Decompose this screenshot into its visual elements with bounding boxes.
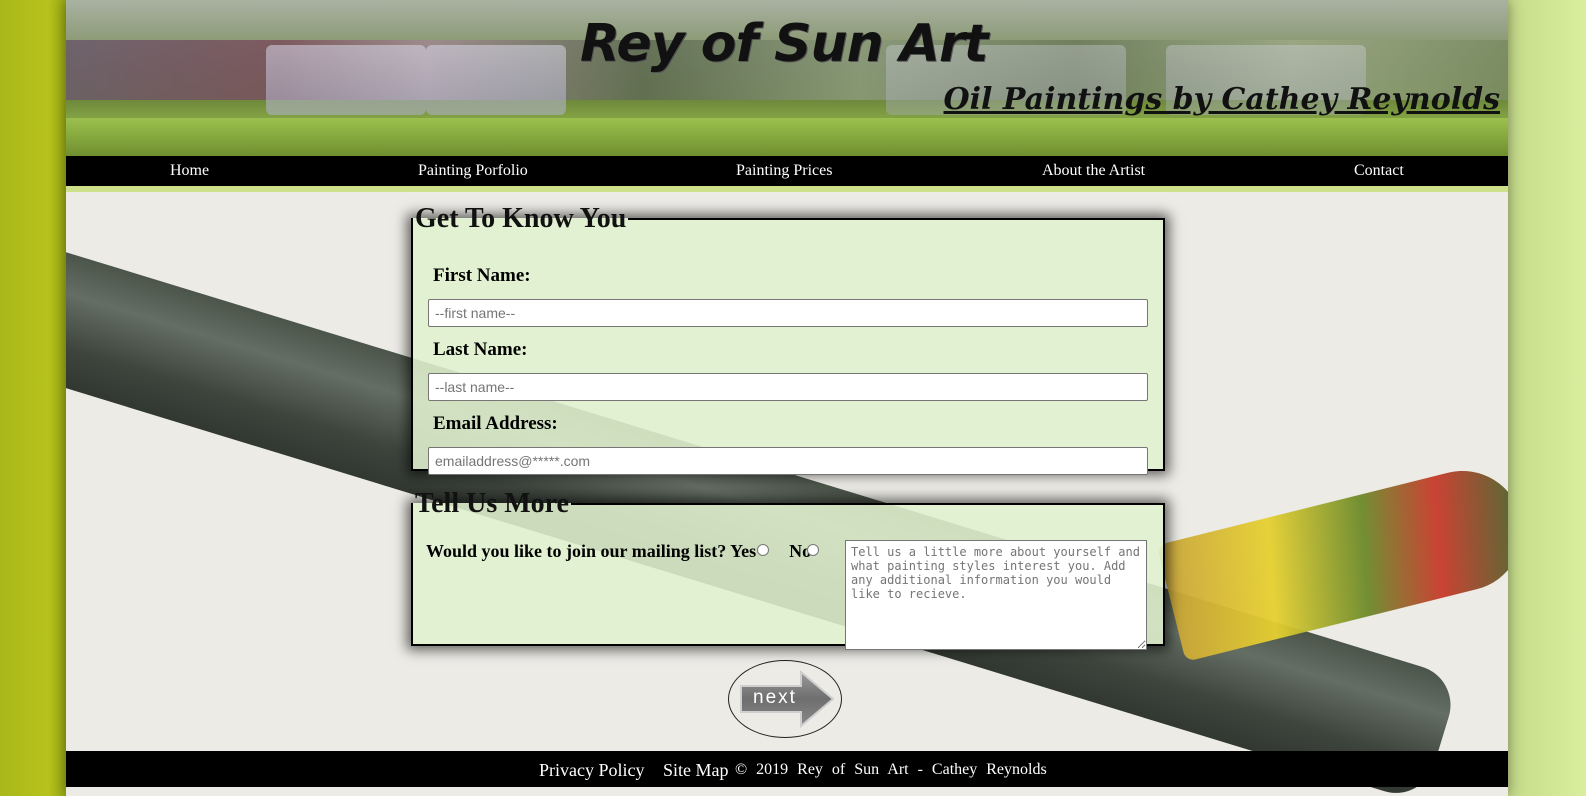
page-container: Rey of Sun Art Oil Paintings by Cathey R…	[66, 0, 1508, 796]
header-banner: Rey of Sun Art Oil Paintings by Cathey R…	[66, 0, 1508, 156]
fieldset-legend: Get To Know You	[415, 203, 627, 234]
mailing-yes-radio[interactable]	[757, 544, 769, 556]
banner-grass	[66, 118, 1508, 156]
first-name-label: First Name:	[433, 265, 531, 286]
site-title: Rey of Sun Art	[580, 14, 989, 74]
first-name-input[interactable]	[428, 299, 1148, 327]
mailing-list-question: Would you like to join our mailing list?…	[426, 541, 811, 562]
mailing-question-text: Would you like to join our mailing list?	[426, 541, 727, 561]
yes-label: Yes	[730, 541, 757, 561]
footer: Privacy Policy Site Map © 2019 Rey of Su…	[66, 751, 1508, 787]
fieldset-get-to-know-you: Get To Know You First Name: Last Name: E…	[411, 203, 1165, 475]
nav-item-home[interactable]: Home	[170, 162, 209, 180]
nav-item-about-artist[interactable]: About the Artist	[1042, 162, 1145, 180]
email-label: Email Address:	[433, 413, 558, 434]
fieldset-legend: Tell Us More	[415, 488, 569, 519]
fieldset-tell-us-more: Tell Us More Would you like to join our …	[411, 488, 1165, 650]
mailing-no-radio[interactable]	[807, 544, 819, 556]
nav-item-painting-portfolio[interactable]: Painting Porfolio	[418, 162, 528, 180]
next-button[interactable]: next	[728, 660, 842, 738]
nav-accent-strip	[66, 186, 1508, 192]
footer-copyright: © 2019 Rey of Sun Art - Cathey Reynolds	[735, 761, 1047, 778]
email-input[interactable]	[428, 447, 1148, 475]
banner-waterfall	[426, 45, 566, 115]
comments-textarea[interactable]	[845, 540, 1147, 650]
nav-item-contact[interactable]: Contact	[1354, 162, 1404, 180]
last-name-label: Last Name:	[433, 339, 528, 360]
footer-link-privacy[interactable]: Privacy Policy	[539, 760, 645, 781]
background-paintbrush-bristles	[1156, 458, 1508, 662]
banner-waterfall	[266, 45, 426, 115]
last-name-input[interactable]	[428, 373, 1148, 401]
footer-link-sitemap[interactable]: Site Map	[663, 760, 729, 781]
site-subtitle: Oil Paintings by Cathey Reynolds	[943, 82, 1500, 117]
main-nav: Home Painting Porfolio Painting Prices A…	[66, 156, 1508, 186]
nav-item-painting-prices[interactable]: Painting Prices	[736, 162, 832, 180]
next-label: next	[753, 687, 797, 708]
